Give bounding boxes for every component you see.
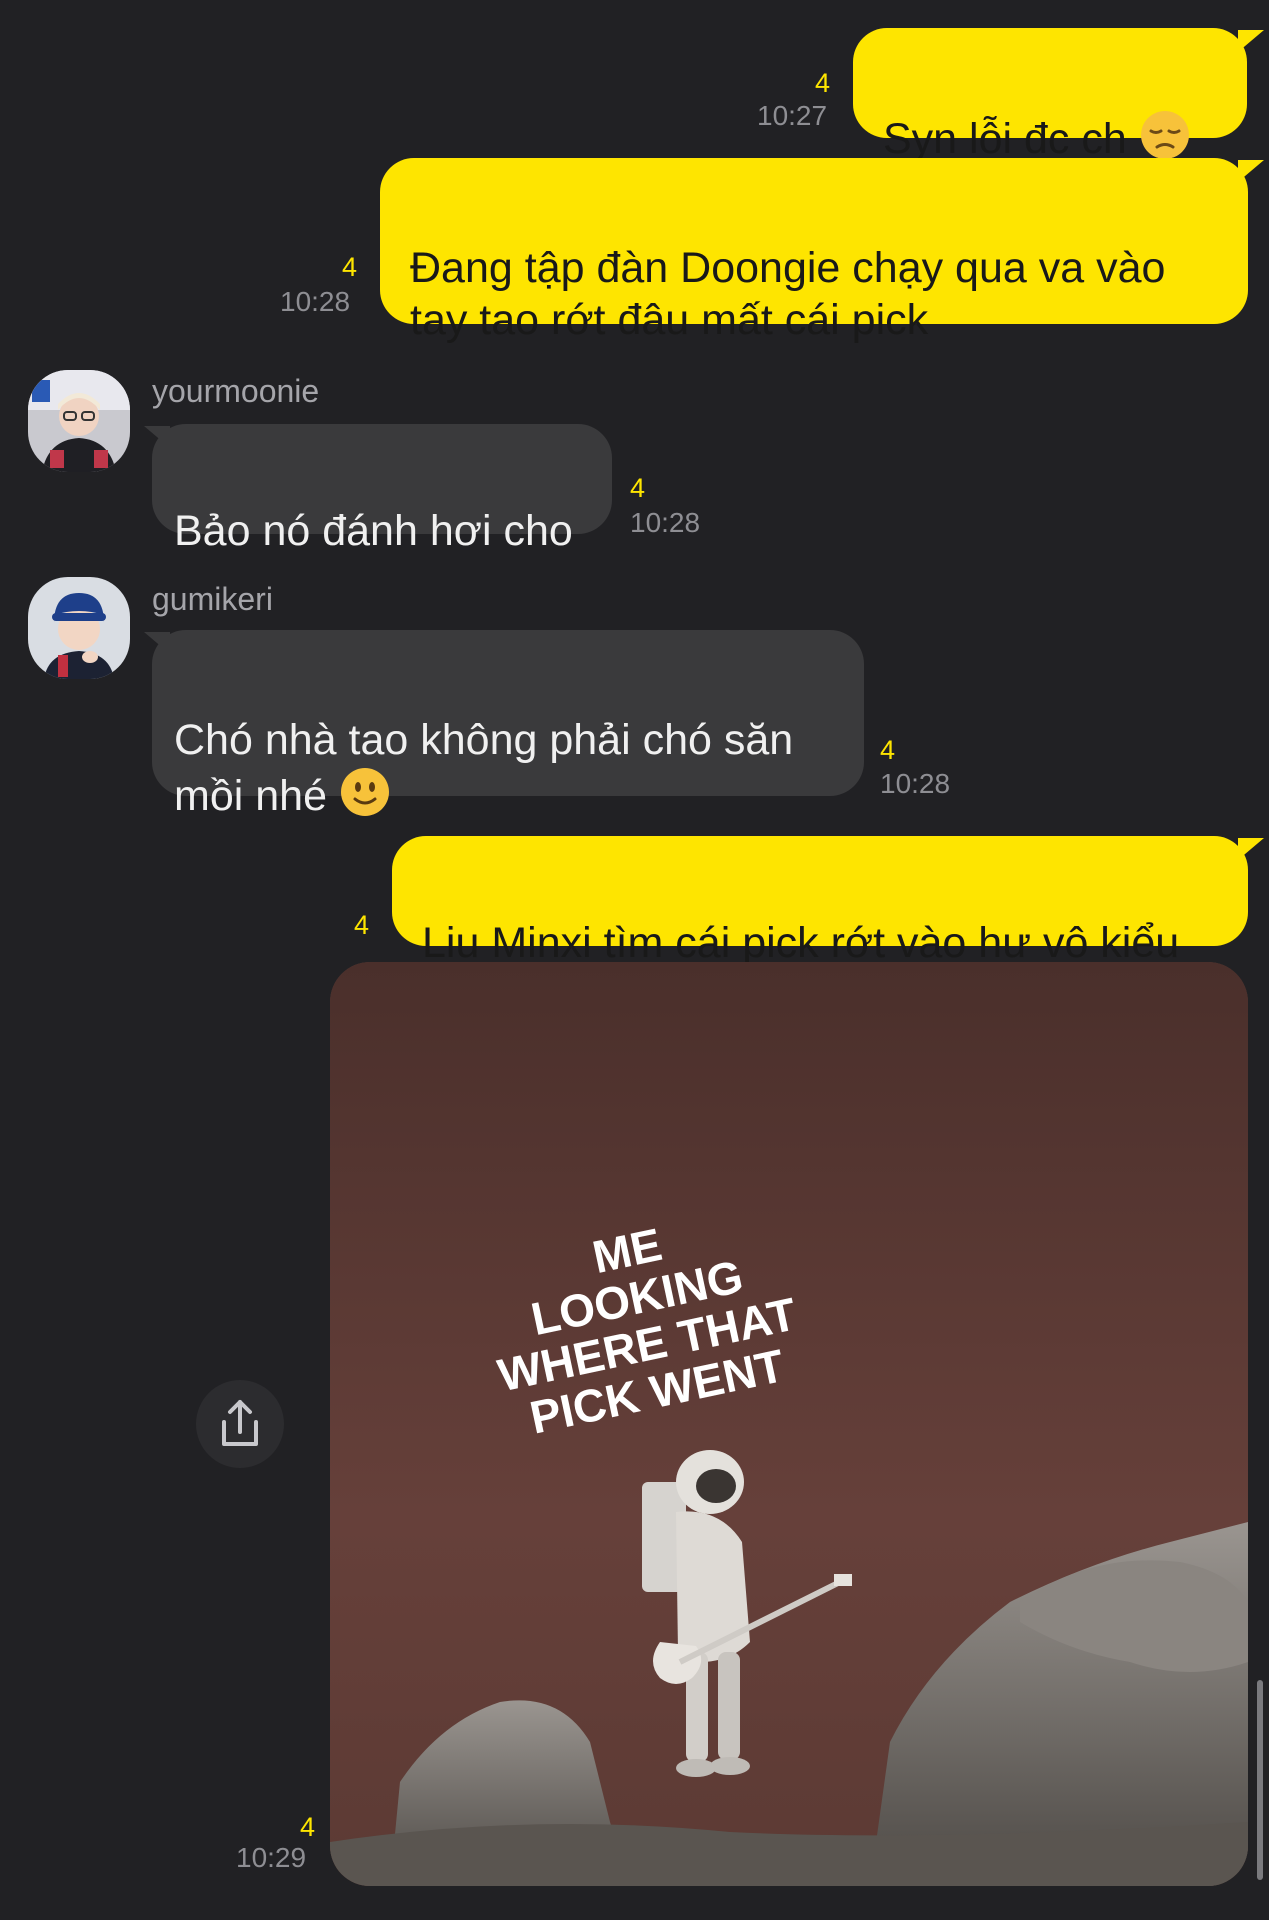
bubble-tail bbox=[1238, 160, 1264, 182]
slightly-smiling-face-emoji bbox=[340, 768, 389, 816]
image-message[interactable]: ME LOOKING WHERE THAT PICK WENT bbox=[330, 962, 1248, 1886]
avatar-image bbox=[28, 577, 130, 679]
outgoing-message-bubble[interactable]: Đang tập đàn Doongie chạy qua va vào tay… bbox=[380, 158, 1248, 344]
share-button[interactable] bbox=[196, 1380, 284, 1468]
yourmoonie-avatar[interactable] bbox=[28, 370, 130, 472]
outgoing-message-bubble[interactable]: Syn lỗi đc ch bbox=[853, 28, 1247, 163]
message-timestamp: 10:29 bbox=[236, 1842, 307, 1873]
gumikeri-avatar[interactable] bbox=[28, 577, 130, 679]
sender-name: yourmoonie bbox=[152, 373, 320, 409]
pensive-face-emoji bbox=[1140, 111, 1189, 159]
message-timestamp: 10:28 bbox=[630, 507, 701, 538]
unread-count: 4 bbox=[342, 252, 358, 282]
meme-image: ME LOOKING WHERE THAT PICK WENT bbox=[330, 962, 1248, 1886]
unread-count: 4 bbox=[354, 910, 370, 940]
share-icon bbox=[222, 1400, 258, 1446]
message-timestamp: 10:28 bbox=[280, 286, 351, 317]
unread-count: 4 bbox=[630, 473, 646, 503]
unread-count: 4 bbox=[880, 735, 896, 765]
bubble-tail bbox=[144, 632, 170, 654]
unread-count: 4 bbox=[300, 1812, 316, 1842]
incoming-message-bubble[interactable]: Chó nhà tao không phải chó săn mồi nhé bbox=[152, 630, 864, 820]
unread-count: 4 bbox=[815, 68, 831, 98]
message-timestamp: 10:27 bbox=[757, 100, 828, 131]
sender-name: gumikeri bbox=[152, 581, 273, 617]
bubble-tail bbox=[1238, 838, 1264, 860]
message-text: Bảo nó đánh hơi cho bbox=[174, 507, 573, 555]
message-timestamp: 10:28 bbox=[880, 768, 951, 799]
incoming-message-bubble[interactable]: Bảo nó đánh hơi cho bbox=[152, 424, 612, 555]
bubble-tail bbox=[144, 426, 170, 448]
scrollbar[interactable] bbox=[1257, 1680, 1263, 1880]
message-text: Liu Minxi tìm cái pick rớt vào hư vô kiể… bbox=[422, 919, 1180, 967]
avatar-image bbox=[28, 370, 130, 472]
message-text: Syn lỗi đc ch bbox=[883, 115, 1127, 163]
bubble-tail bbox=[1238, 30, 1264, 52]
outgoing-message-bubble[interactable]: Liu Minxi tìm cái pick rớt vào hư vô kiể… bbox=[392, 836, 1248, 967]
message-text: Chó nhà tao không phải chó săn mồi nhé bbox=[174, 716, 794, 820]
message-text: Đang tập đàn Doongie chạy qua va vào tay… bbox=[410, 244, 1166, 344]
